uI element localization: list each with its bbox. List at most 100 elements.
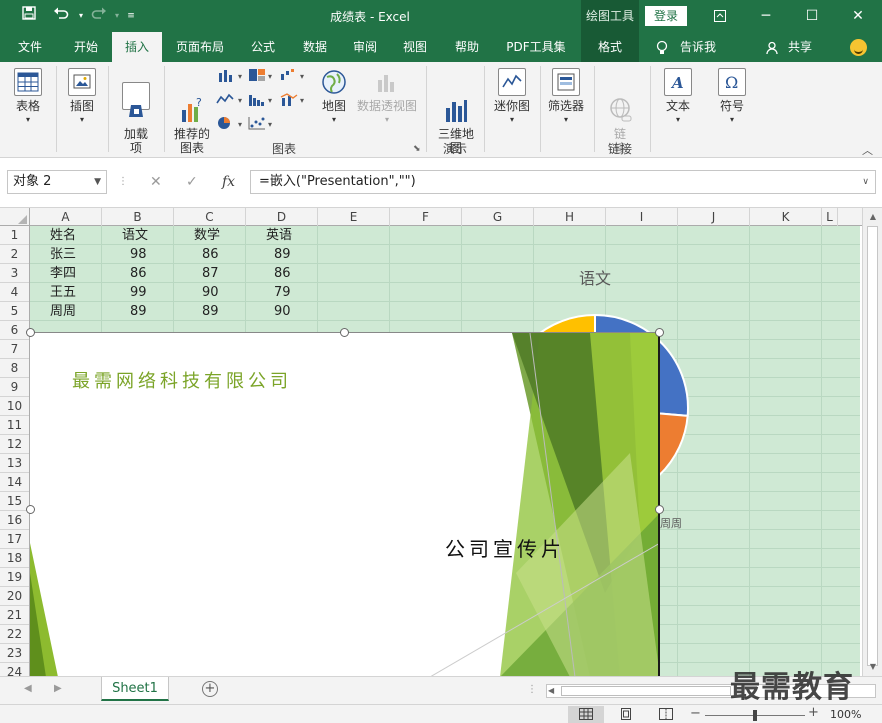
embedded-presentation[interactable]: 最需网络科技有限公司 公司宣传片 bbox=[30, 332, 660, 676]
row-header[interactable]: 10 bbox=[0, 397, 29, 416]
row-header[interactable]: 3 bbox=[0, 264, 29, 283]
zoom-slider[interactable] bbox=[705, 710, 805, 721]
tell-me-search[interactable]: 告诉我 bbox=[672, 32, 724, 62]
add-sheet-icon[interactable]: + bbox=[202, 681, 218, 697]
waterfall-chart-icon[interactable] bbox=[280, 68, 298, 82]
scrollbar-thumb[interactable] bbox=[561, 686, 731, 696]
next-sheet-icon[interactable]: ▶ bbox=[54, 683, 62, 694]
zoom-in-icon[interactable]: + bbox=[808, 705, 819, 720]
tab-format[interactable]: 格式 bbox=[581, 32, 639, 62]
maximize-icon[interactable]: ☐ bbox=[789, 0, 835, 32]
feedback-smiley-icon[interactable] bbox=[850, 39, 867, 56]
tab-pdf-tools[interactable]: PDF工具集 bbox=[498, 32, 574, 62]
column-header[interactable]: C bbox=[174, 208, 246, 226]
chevron-down-icon[interactable]: ▾ bbox=[238, 120, 242, 129]
table-header-cell[interactable]: 语文 bbox=[122, 226, 148, 245]
resize-handle[interactable] bbox=[340, 328, 349, 337]
column-header[interactable]: I bbox=[606, 208, 678, 226]
table-value-cell[interactable]: 90 bbox=[274, 302, 291, 321]
row-header[interactable]: 15 bbox=[0, 492, 29, 511]
row-header[interactable]: 24 bbox=[0, 663, 29, 676]
column-header[interactable]: J bbox=[678, 208, 750, 226]
column-header[interactable]: L bbox=[822, 208, 838, 226]
tab-formulas[interactable]: 公式 bbox=[240, 32, 286, 62]
zoom-slider-knob[interactable] bbox=[753, 710, 757, 721]
share-button[interactable]: 共享 bbox=[782, 32, 818, 62]
scrollbar-thumb[interactable] bbox=[867, 226, 878, 666]
row-header[interactable]: 17 bbox=[0, 530, 29, 549]
row-header[interactable]: 20 bbox=[0, 587, 29, 606]
table-value-cell[interactable]: 87 bbox=[202, 264, 219, 283]
line-chart-icon[interactable] bbox=[216, 92, 234, 106]
row-header[interactable]: 2 bbox=[0, 245, 29, 264]
select-all-button[interactable] bbox=[0, 208, 30, 226]
addins-button[interactable]: 加载 项 bbox=[116, 68, 156, 155]
column-header[interactable]: A bbox=[30, 208, 102, 226]
row-header[interactable]: 7 bbox=[0, 340, 29, 359]
pie-chart-icon[interactable] bbox=[216, 116, 234, 130]
ribbon-display-icon[interactable] bbox=[697, 0, 743, 32]
combo-chart-icon[interactable] bbox=[280, 92, 298, 106]
row-header[interactable]: 5 bbox=[0, 302, 29, 321]
scatter-chart-icon[interactable] bbox=[248, 116, 266, 130]
table-header-cell[interactable]: 英语 bbox=[266, 226, 292, 245]
prev-sheet-icon[interactable]: ◀ bbox=[24, 683, 32, 694]
table-name-cell[interactable]: 周周 bbox=[50, 302, 76, 321]
scroll-up-icon[interactable]: ▲ bbox=[863, 210, 882, 224]
chevron-down-icon[interactable]: ▾ bbox=[268, 96, 272, 105]
column-header[interactable]: B bbox=[102, 208, 174, 226]
chevron-down-icon[interactable]: ▾ bbox=[268, 72, 272, 81]
vertical-scrollbar[interactable]: ▲ ▼ bbox=[862, 208, 882, 676]
tab-help[interactable]: 帮助 bbox=[444, 32, 490, 62]
table-name-cell[interactable]: 张三 bbox=[50, 245, 76, 264]
zoom-level[interactable]: 100% bbox=[830, 708, 861, 721]
dialog-launcher-icon[interactable]: ⬊ bbox=[413, 144, 421, 154]
close-icon[interactable]: ✕ bbox=[835, 0, 881, 32]
table-header-cell[interactable]: 姓名 bbox=[50, 226, 76, 245]
undo-icon[interactable] bbox=[50, 6, 72, 26]
row-header[interactable]: 8 bbox=[0, 359, 29, 378]
filter-button[interactable]: 筛选器 ▾ bbox=[544, 68, 588, 127]
sparkline-button[interactable]: 迷你图 ▾ bbox=[490, 68, 534, 127]
row-header[interactable]: 6 bbox=[0, 321, 29, 340]
row-header[interactable]: 14 bbox=[0, 473, 29, 492]
row-header[interactable]: 13 bbox=[0, 454, 29, 473]
formula-input[interactable]: =嵌入("Presentation","") ∨ bbox=[250, 170, 876, 194]
column-header[interactable]: H bbox=[534, 208, 606, 226]
table-value-cell[interactable]: 86 bbox=[130, 264, 147, 283]
collapse-ribbon-icon[interactable]: ︿ bbox=[862, 142, 873, 158]
row-header[interactable]: 19 bbox=[0, 568, 29, 587]
column-header[interactable]: D bbox=[246, 208, 318, 226]
row-header[interactable]: 1 bbox=[0, 226, 29, 245]
page-layout-view-icon[interactable] bbox=[608, 706, 644, 723]
chart-title[interactable]: 语文 bbox=[575, 265, 615, 289]
resize-handle[interactable] bbox=[655, 505, 664, 514]
row-header[interactable]: 12 bbox=[0, 435, 29, 454]
symbol-button[interactable]: Ω 符号 ▾ bbox=[712, 68, 752, 127]
chevron-down-icon[interactable]: ▾ bbox=[238, 96, 242, 105]
text-button[interactable]: A 文本 ▾ bbox=[658, 68, 698, 127]
tab-page-layout[interactable]: 页面布局 bbox=[168, 32, 232, 62]
table-value-cell[interactable]: 99 bbox=[130, 283, 147, 302]
column-header[interactable]: F bbox=[390, 208, 462, 226]
row-header[interactable]: 9 bbox=[0, 378, 29, 397]
column-header[interactable]: E bbox=[318, 208, 390, 226]
chevron-down-icon[interactable]: ▾ bbox=[268, 120, 272, 129]
table-value-cell[interactable]: 86 bbox=[202, 245, 219, 264]
normal-view-icon[interactable] bbox=[568, 706, 604, 723]
table-button[interactable]: 表格 ▾ bbox=[10, 68, 46, 127]
zoom-out-icon[interactable]: − bbox=[690, 706, 701, 721]
sheet-tab[interactable]: Sheet1 bbox=[101, 677, 169, 701]
tab-view[interactable]: 视图 bbox=[392, 32, 438, 62]
column-header[interactable]: G bbox=[462, 208, 534, 226]
enter-icon[interactable]: ✓ bbox=[186, 170, 198, 194]
hierarchy-chart-icon[interactable] bbox=[248, 68, 266, 82]
table-value-cell[interactable]: 90 bbox=[202, 283, 219, 302]
table-value-cell[interactable]: 89 bbox=[202, 302, 219, 321]
insert-function-icon[interactable]: fx bbox=[222, 170, 235, 194]
resize-handle[interactable] bbox=[26, 328, 35, 337]
tab-home[interactable]: 开始 bbox=[60, 32, 112, 62]
customize-icon[interactable]: ≡ bbox=[120, 6, 142, 26]
tab-insert[interactable]: 插入 bbox=[112, 32, 162, 62]
scroll-down-icon[interactable]: ▼ bbox=[863, 660, 882, 674]
